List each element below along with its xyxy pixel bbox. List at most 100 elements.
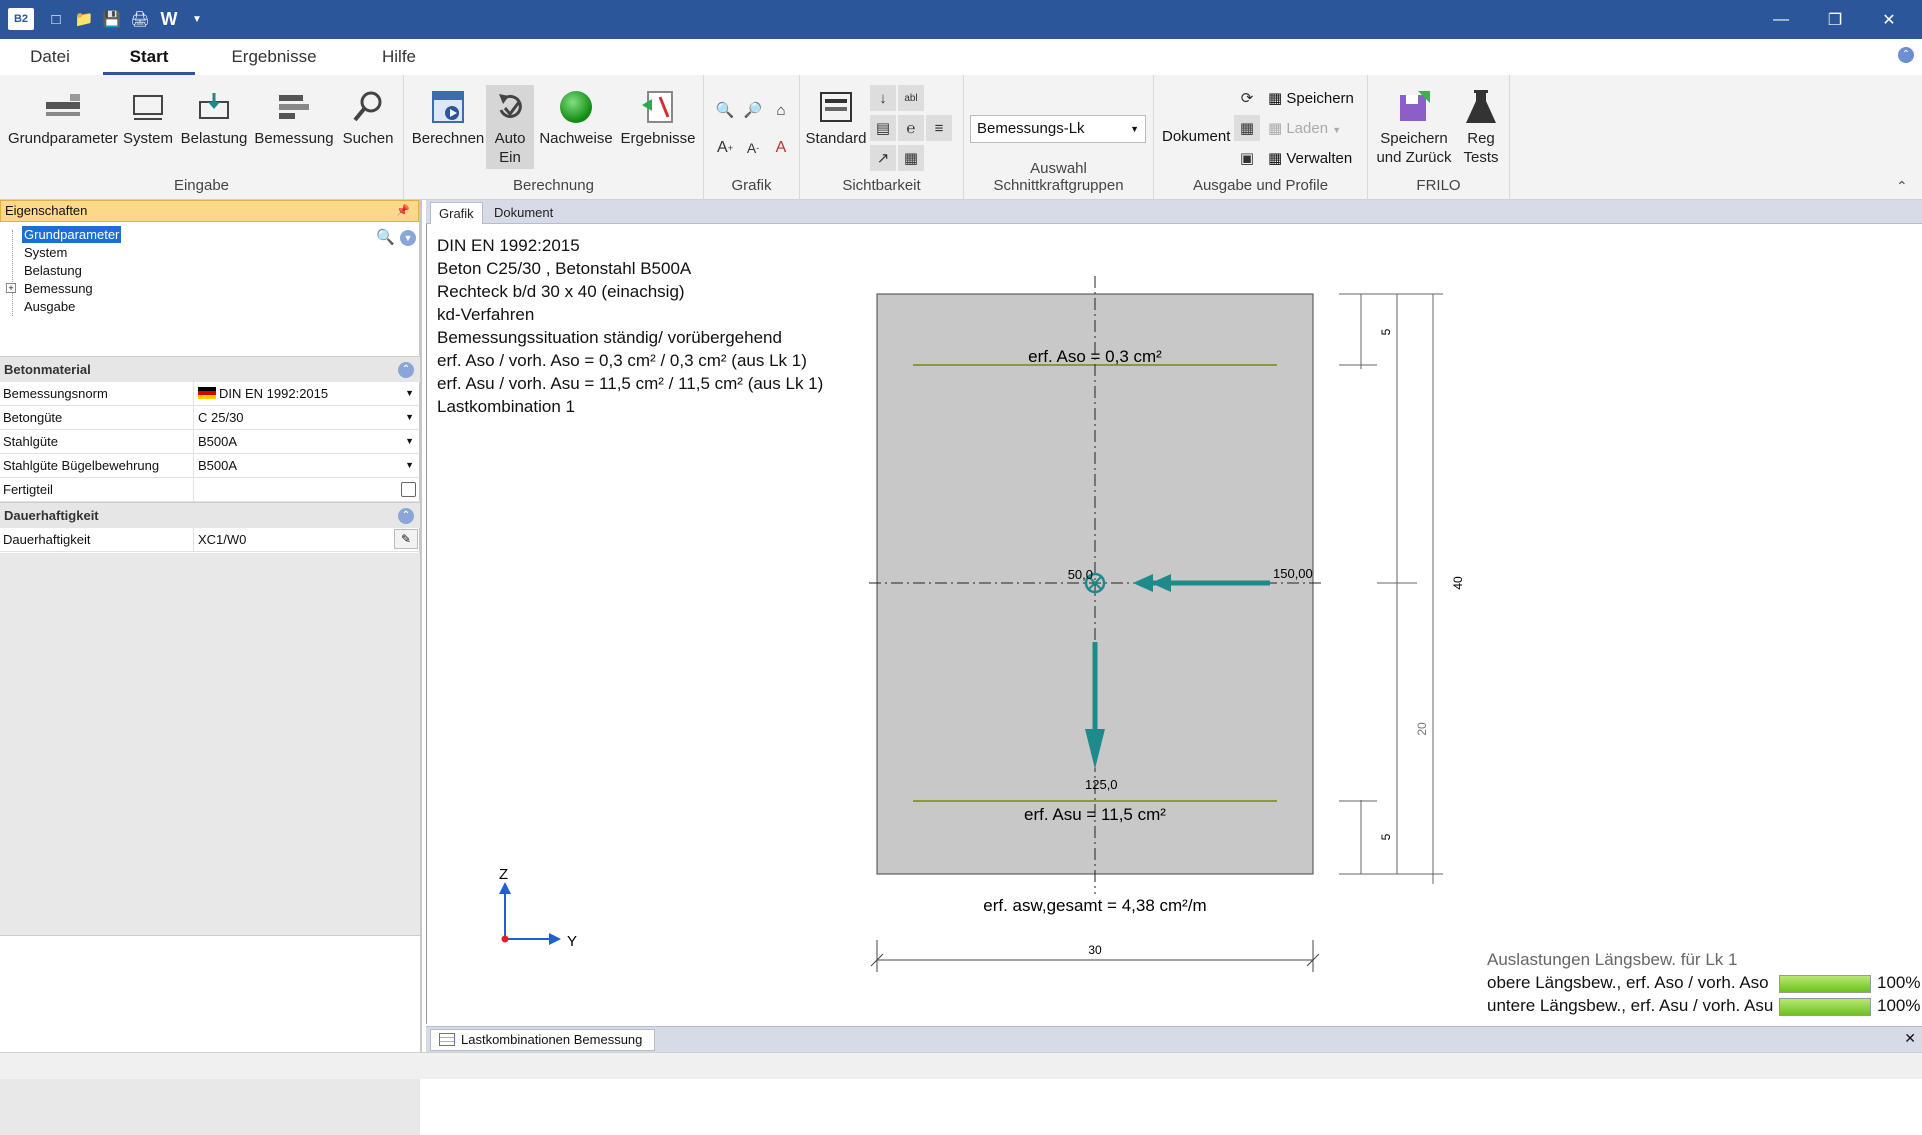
standard-button[interactable]: Standard	[804, 87, 868, 148]
schnittkraft-select[interactable]: Bemessungs-Lk ▼	[970, 115, 1146, 143]
tab-start[interactable]: Start	[103, 39, 195, 75]
ergebnisse-button[interactable]: Ergebnisse	[618, 87, 698, 148]
font-decrease-icon[interactable]: A-	[740, 135, 766, 161]
zoom-icon[interactable]: 🔍	[712, 97, 738, 123]
tab-hilfe[interactable]: Hilfe	[372, 39, 426, 75]
utilization-bar-fill	[1780, 976, 1870, 992]
section-dauerhaftigkeit-title: Dauerhaftigkeit	[4, 508, 99, 523]
auto-ein-button[interactable]: Auto Ein	[486, 85, 534, 169]
show-results-icon[interactable]: ≡	[926, 115, 952, 141]
tree-options-icon[interactable]: ▼	[400, 230, 416, 246]
tab-ergebnisse[interactable]: Ergebnisse	[222, 39, 326, 75]
dauerhaftigkeit-field[interactable]: XC1/W0 ✎	[193, 528, 420, 551]
width-dimension: 30	[1088, 943, 1102, 957]
font-increase-icon[interactable]: A +	[712, 135, 738, 161]
restore-icon[interactable]: ❐	[1812, 0, 1858, 39]
standard-label: Standard	[805, 130, 867, 147]
property-row-stahlguete: Stahlgüte B500A ▼	[0, 430, 420, 454]
schnittkraft-selected-value: Bemessungs-Lk	[977, 120, 1085, 137]
asw-label: erf. asw,gesamt = 4,38 cm²/m	[983, 896, 1206, 915]
collapse-icon[interactable]: ⌃	[398, 508, 414, 524]
print-icon[interactable]: 🖨	[130, 8, 150, 30]
home-view-icon[interactable]: ⌂	[768, 97, 794, 123]
reg-tests-line2: Tests	[1463, 149, 1499, 166]
app-icon[interactable]: B2	[8, 8, 34, 30]
tab-dokument[interactable]: Dokument	[486, 202, 561, 224]
new-file-icon[interactable]: □	[46, 8, 66, 30]
speichern-zurueck-button[interactable]: Speichern und Zurück	[1372, 87, 1456, 167]
ribbon-collapse-icon[interactable]: ⌃	[1896, 178, 1908, 195]
stahlguete-buegel-select[interactable]: B500A ▼	[193, 454, 420, 477]
close-icon[interactable]: ✕	[1866, 0, 1912, 39]
bemessung-button[interactable]: Bemessung	[252, 87, 336, 148]
quick-access-dropdown-icon[interactable]: ▼	[190, 8, 204, 30]
menu-tabs: Datei Start Ergebnisse Hilfe ⌃	[0, 39, 1922, 75]
title-bar: B2 □ 📁 💾 🖨 W ▼ — ❐ ✕	[0, 0, 1922, 39]
bottom-tabs: Lastkombinationen Bemessung ✕	[426, 1026, 1922, 1052]
tree-item-belastung[interactable]: Belastung	[22, 262, 84, 279]
property-label: Stahlgüte Bügelbewehrung	[3, 458, 160, 473]
betonguete-select[interactable]: C 25/30 ▼	[193, 406, 420, 429]
suchen-button[interactable]: Suchen	[340, 87, 396, 148]
section-betonmaterial-title: Betonmaterial	[4, 362, 91, 377]
section-betonmaterial[interactable]: Betonmaterial ⌃	[0, 356, 420, 382]
show-rebar-icon[interactable]: ▤	[870, 115, 896, 141]
system-button[interactable]: System	[120, 87, 176, 148]
property-row-bemessungsnorm: Bemessungsnorm DIN EN 1992:2015 ▼	[0, 382, 420, 406]
add-profile-icon[interactable]: ▦	[1234, 115, 1260, 141]
zoom-window-icon[interactable]: 🔎	[740, 97, 766, 123]
edit-icon[interactable]: ✎	[394, 529, 418, 549]
pin-icon[interactable]: 📌	[396, 201, 410, 221]
status-bar	[0, 1052, 1922, 1079]
open-folder-icon[interactable]: 📁	[74, 8, 94, 30]
profile-verwalten-label: Verwalten	[1286, 150, 1353, 167]
cross-section-drawing: erf. Aso = 0,3 cm² erf. Asu = 11,5 cm² 5…	[499, 276, 1465, 972]
tree-item-grundparameter[interactable]: Grundparameter	[22, 226, 122, 243]
tree-item-bemessung[interactable]: Bemessung	[22, 280, 95, 297]
reg-tests-button[interactable]: Reg Tests	[1458, 87, 1504, 167]
tab-datei[interactable]: Datei	[18, 39, 82, 75]
show-labels-icon[interactable]: abl	[898, 85, 924, 111]
tab-lastkombinationen[interactable]: Lastkombinationen Bemessung	[430, 1029, 656, 1051]
word-export-icon[interactable]: W	[158, 8, 180, 30]
stahlguete-select[interactable]: B500A ▼	[193, 430, 420, 453]
nachweise-button[interactable]: Nachweise	[536, 87, 616, 148]
show-dimensions-icon[interactable]: ℮	[898, 115, 924, 141]
berechnen-button[interactable]: Berechnen	[410, 87, 486, 148]
save-icon[interactable]: 💾	[102, 8, 122, 30]
show-axes-icon[interactable]: ↗	[870, 145, 896, 171]
tree-item-ausgabe[interactable]: Ausgabe	[22, 298, 77, 315]
group-eingabe: Grundparameter System Belastung Bemessun…	[0, 75, 404, 200]
font-color-icon[interactable]: A	[768, 135, 794, 161]
profile-verwalten-button[interactable]: ▦ Verwalten	[1268, 149, 1352, 167]
profile-speichern-button[interactable]: ▦ Speichern	[1268, 89, 1354, 107]
asu-label: erf. Asu = 11,5 cm²	[1024, 805, 1166, 824]
grundparameter-label: Grundparameter	[7, 130, 119, 147]
flask-icon	[1461, 87, 1501, 127]
dokument-button[interactable]: Dokument	[1162, 128, 1230, 145]
fertigteil-cell	[193, 478, 420, 501]
group-frilo: Speichern und Zurück Reg Tests FRILO	[1368, 75, 1510, 200]
chevron-down-icon: ▼	[405, 388, 414, 398]
tree-expand-icon[interactable]: +	[6, 283, 16, 293]
manage-profile-icon[interactable]: ▣	[1234, 145, 1260, 171]
tree-search-icon[interactable]: 🔍	[376, 228, 395, 246]
results-icon	[638, 87, 678, 127]
refresh-icon[interactable]: ⟳	[1234, 85, 1260, 111]
tab-grafik[interactable]: Grafik	[430, 202, 483, 224]
minimize-icon[interactable]: —	[1758, 0, 1804, 39]
help-icon[interactable]: ⌃	[1898, 47, 1914, 63]
show-section-icon[interactable]: ▦	[898, 145, 924, 171]
belastung-button[interactable]: Belastung	[180, 87, 248, 148]
profile-laden-button[interactable]: ▦ Laden ▼	[1268, 119, 1341, 137]
fertigteil-checkbox[interactable]	[401, 482, 416, 497]
section-dauerhaftigkeit[interactable]: Dauerhaftigkeit ⌃	[0, 502, 420, 528]
show-loads-icon[interactable]: ↓	[870, 85, 896, 111]
close-panel-icon[interactable]: ✕	[1904, 1030, 1916, 1047]
bemessungsnorm-select[interactable]: DIN EN 1992:2015 ▼	[193, 382, 420, 405]
collapse-icon[interactable]: ⌃	[398, 362, 414, 378]
tree-item-system[interactable]: System	[22, 244, 69, 261]
grundparameter-button[interactable]: Grundparameter	[8, 87, 118, 148]
table-icon	[439, 1033, 455, 1046]
graphic-canvas[interactable]: DIN EN 1992:2015 Beton C25/30 , Betonsta…	[426, 224, 1922, 1024]
